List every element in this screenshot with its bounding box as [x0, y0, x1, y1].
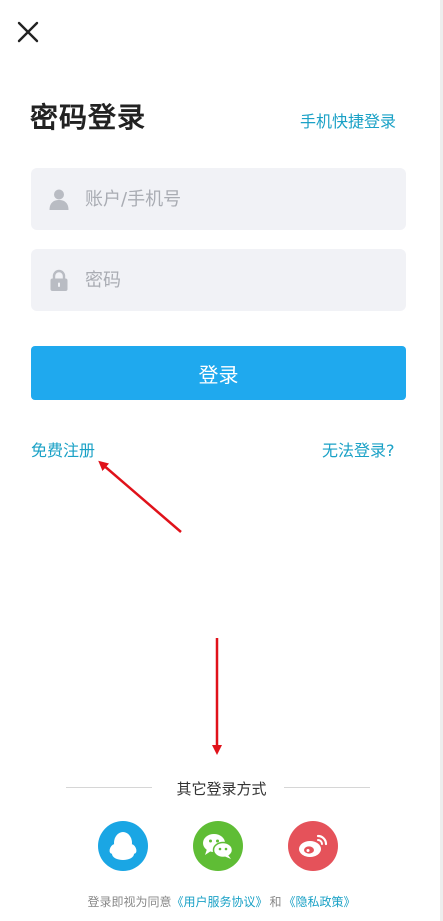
privacy-policy-link[interactable]: 《隐私政策》 [284, 895, 356, 909]
weibo-login-button[interactable] [288, 821, 338, 871]
wechat-login-button[interactable] [193, 821, 243, 871]
other-login-label: 其它登录方式 [176, 780, 267, 798]
annotation-arrow-register [98, 460, 182, 533]
qq-icon [109, 832, 137, 860]
wechat-icon [203, 834, 234, 859]
agreement-text: 登录即视为同意《用户服务协议》和《隐私政策》 [0, 893, 443, 910]
weibo-icon [299, 834, 328, 857]
qq-login-button[interactable] [98, 821, 148, 871]
service-agreement-link[interactable]: 《用户服务协议》 [171, 895, 267, 909]
agreement-prefix: 登录即视为同意 [87, 895, 172, 909]
agreement-and: 和 [269, 895, 282, 909]
